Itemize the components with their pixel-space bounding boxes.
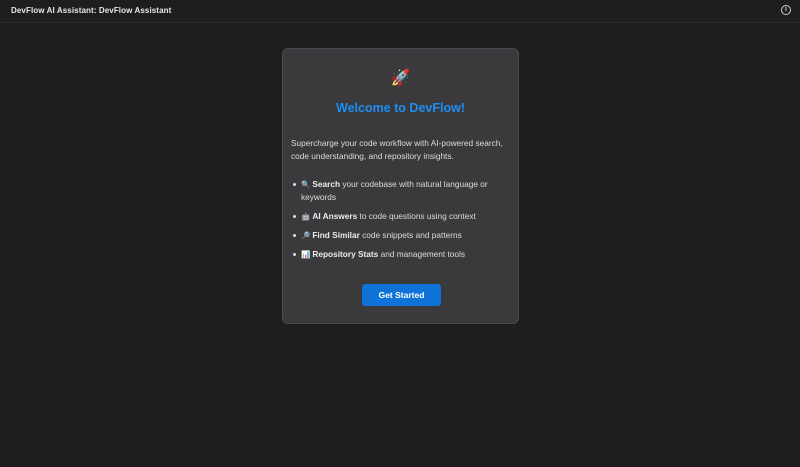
robot-icon: 🤖: [301, 212, 311, 221]
magnifier-icon: 🔎: [301, 231, 311, 240]
feature-item-find-similar: 🔎 Find Similar code snippets and patterns: [291, 229, 513, 242]
magnifier-icon: 🔍: [301, 180, 311, 189]
feature-title: Find Similar: [312, 230, 360, 240]
chart-icon: 📊: [301, 250, 311, 259]
title-bar: DevFlow AI Assistant: DevFlow Assistant …: [0, 0, 800, 23]
feature-description: and management tools: [378, 249, 465, 259]
welcome-card: 🚀 Welcome to DevFlow! Supercharge your c…: [282, 48, 519, 324]
feature-title: Search: [312, 179, 341, 189]
feature-item-ai-answers: 🤖 AI Answers to code questions using cont…: [291, 210, 513, 223]
info-icon[interactable]: i: [781, 5, 791, 15]
feature-description: to code questions using context: [357, 211, 476, 221]
feature-item-repository-stats: 📊 Repository Stats and management tools: [291, 248, 513, 261]
feature-list: 🔍 Search your codebase with natural langu…: [291, 178, 513, 267]
feature-item-search: 🔍 Search your codebase with natural langu…: [291, 178, 513, 204]
window-title: DevFlow AI Assistant: DevFlow Assistant: [11, 6, 172, 15]
rocket-icon: 🚀: [390, 70, 411, 87]
welcome-heading: Welcome to DevFlow!: [336, 101, 465, 115]
feature-title: AI Answers: [312, 211, 358, 221]
feature-title: Repository Stats: [312, 249, 379, 259]
get-started-button[interactable]: Get Started: [362, 284, 441, 306]
feature-description: code snippets and patterns: [359, 230, 462, 240]
intro-text: Supercharge your code workflow with AI-p…: [291, 138, 503, 161]
